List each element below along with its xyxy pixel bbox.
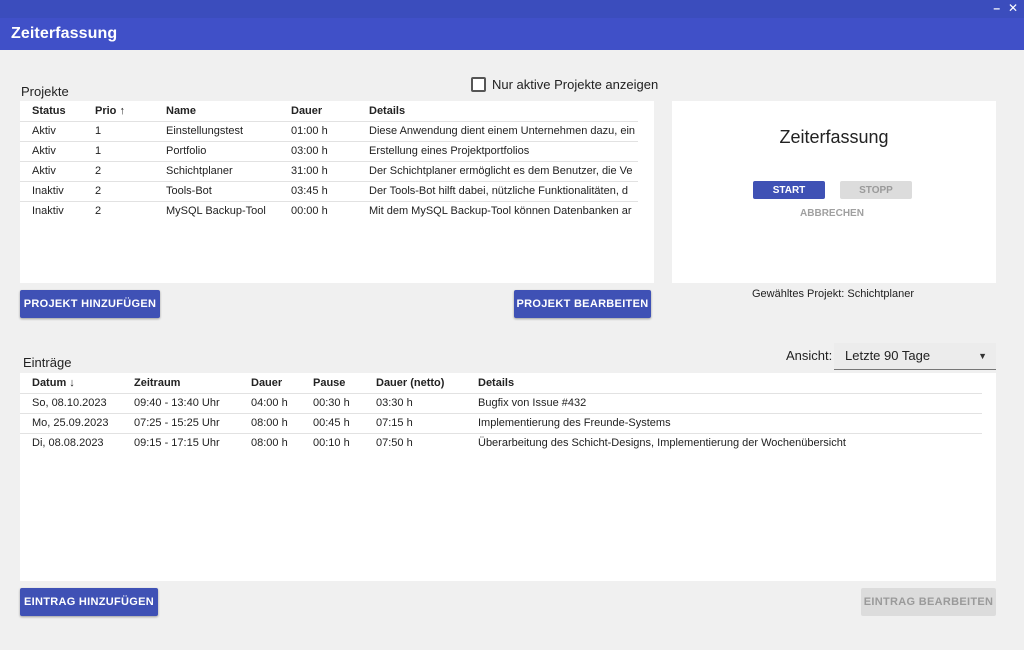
entry-netto: 07:15 h — [364, 412, 466, 433]
entry-zeitraum: 09:40 - 13:40 Uhr — [122, 392, 239, 413]
entries-table-header: Datum ↓ Zeitraum Dauer Pause Dauer (nett… — [20, 373, 982, 393]
entry-zeitraum: 09:15 - 17:15 Uhr — [122, 432, 239, 453]
app-bar: Zeiterfassung — [0, 18, 1024, 50]
entry-pause: 00:10 h — [301, 432, 364, 453]
project-dauer: 03:45 h — [279, 180, 357, 201]
project-status: Inaktiv — [20, 200, 83, 221]
active-projects-checkbox-label: Nur aktive Projekte anzeigen — [492, 77, 659, 92]
edit-entry-button: Eintrag bearbeiten — [861, 588, 996, 616]
projects-table: Status Prio ↑ Name Dauer Details Aktiv 1… — [20, 101, 638, 221]
project-row[interactable]: Aktiv 2 Schichtplaner 31:00 h Der Schich… — [20, 160, 638, 181]
column-header-datum[interactable]: Datum ↓ — [20, 373, 122, 393]
project-details: Mit dem MySQL Backup-Tool können Datenba… — [357, 200, 638, 221]
entry-datum: So, 08.10.2023 — [20, 392, 122, 413]
view-label: Ansicht: — [786, 348, 833, 363]
column-header-status[interactable]: Status — [20, 101, 83, 121]
project-row[interactable]: Inaktiv 2 Tools-Bot 03:45 h Der Tools-Bo… — [20, 180, 638, 201]
entry-dauer: 04:00 h — [239, 392, 301, 413]
project-prio: 1 — [83, 120, 154, 141]
column-header-pause[interactable]: Pause — [301, 373, 364, 393]
project-status: Inaktiv — [20, 180, 83, 201]
add-entry-button[interactable]: Eintrag hinzufügen — [20, 588, 158, 616]
cancel-button: ABBRECHEN — [782, 205, 882, 221]
project-status: Aktiv — [20, 120, 83, 141]
column-header-details[interactable]: Details — [466, 373, 982, 393]
project-dauer: 31:00 h — [279, 160, 357, 181]
entry-row[interactable]: Mo, 25.09.2023 07:25 - 15:25 Uhr 08:00 h… — [20, 412, 982, 433]
app-title: Zeiterfassung — [11, 25, 118, 42]
entry-pause: 00:30 h — [301, 392, 364, 413]
project-name: Schichtplaner — [154, 160, 279, 181]
project-prio: 2 — [83, 160, 154, 181]
column-header-dauer[interactable]: Dauer — [239, 373, 301, 393]
column-header-details[interactable]: Details — [357, 101, 638, 121]
project-prio: 2 — [83, 180, 154, 201]
column-header-zeitraum[interactable]: Zeitraum — [122, 373, 239, 393]
projects-table-panel: Status Prio ↑ Name Dauer Details Aktiv 1… — [20, 101, 654, 283]
project-prio: 1 — [83, 140, 154, 161]
entry-dauer: 08:00 h — [239, 432, 301, 453]
stop-button: STOPP — [840, 181, 912, 199]
selected-project-text: Gewähltes Projekt: Schichtplaner — [751, 288, 915, 300]
entry-pause: 00:45 h — [301, 412, 364, 433]
column-header-prio[interactable]: Prio ↑ — [83, 101, 154, 121]
column-header-name[interactable]: Name — [154, 101, 279, 121]
project-details: Erstellung eines Projektportfolios — [357, 140, 638, 161]
active-projects-checkbox[interactable] — [471, 77, 486, 92]
entry-dauer: 08:00 h — [239, 412, 301, 433]
project-status: Aktiv — [20, 140, 83, 161]
project-dauer: 00:00 h — [279, 200, 357, 221]
active-projects-filter[interactable]: Nur aktive Projekte anzeigen — [471, 77, 658, 92]
project-name: Einstellungstest — [154, 120, 279, 141]
entry-datum: Di, 08.08.2023 — [20, 432, 122, 453]
project-dauer: 03:00 h — [279, 140, 357, 161]
column-header-netto[interactable]: Dauer (netto) — [364, 373, 466, 393]
project-details: Der Tools-Bot hilft dabei, nützliche Fun… — [357, 180, 638, 201]
timer-title: Zeiterfassung — [779, 127, 889, 147]
projects-section-label: Projekte — [21, 84, 69, 99]
close-icon[interactable]: ✕ — [1008, 1, 1018, 15]
project-row[interactable]: Inaktiv 2 MySQL Backup-Tool 00:00 h Mit … — [20, 200, 638, 221]
minimize-icon[interactable]: – — [993, 1, 1000, 15]
entry-row[interactable]: So, 08.10.2023 09:40 - 13:40 Uhr 04:00 h… — [20, 392, 982, 413]
add-project-button[interactable]: Projekt hinzufügen — [20, 290, 160, 318]
project-status: Aktiv — [20, 160, 83, 181]
view-select-value: Letzte 90 Tage — [845, 348, 931, 363]
view-select[interactable]: Letzte 90 Tage ▼ — [834, 343, 996, 370]
project-prio: 2 — [83, 200, 154, 221]
entry-details: Bugfix von Issue #432 — [466, 392, 982, 413]
entry-netto: 03:30 h — [364, 392, 466, 413]
entry-datum: Mo, 25.09.2023 — [20, 412, 122, 433]
project-name: Tools-Bot — [154, 180, 279, 201]
project-details: Diese Anwendung dient einem Unternehmen … — [357, 120, 638, 141]
project-row[interactable]: Aktiv 1 Portfolio 03:00 h Erstellung ein… — [20, 140, 638, 161]
entry-details: Überarbeitung des Schicht-Designs, Imple… — [466, 432, 982, 453]
entries-table-panel: Datum ↓ Zeitraum Dauer Pause Dauer (nett… — [20, 373, 996, 581]
projects-table-header: Status Prio ↑ Name Dauer Details — [20, 101, 638, 121]
project-dauer: 01:00 h — [279, 120, 357, 141]
start-button[interactable]: START — [753, 181, 825, 199]
timer-panel: Zeiterfassung START STOPP ABBRECHEN — [672, 101, 996, 283]
entry-netto: 07:50 h — [364, 432, 466, 453]
column-header-dauer[interactable]: Dauer — [279, 101, 357, 121]
project-name: MySQL Backup-Tool — [154, 200, 279, 221]
window-titlebar: – ✕ — [0, 0, 1024, 18]
edit-project-button[interactable]: Projekt bearbeiten — [514, 290, 651, 318]
entries-table: Datum ↓ Zeitraum Dauer Pause Dauer (nett… — [20, 373, 982, 453]
dropdown-arrow-icon: ▼ — [978, 351, 987, 361]
entry-row[interactable]: Di, 08.08.2023 09:15 - 17:15 Uhr 08:00 h… — [20, 432, 982, 453]
entry-zeitraum: 07:25 - 15:25 Uhr — [122, 412, 239, 433]
project-details: Der Schichtplaner ermöglicht es dem Benu… — [357, 160, 638, 181]
project-name: Portfolio — [154, 140, 279, 161]
project-row[interactable]: Aktiv 1 Einstellungstest 01:00 h Diese A… — [20, 120, 638, 141]
entry-details: Implementierung des Freunde-Systems — [466, 412, 982, 433]
entries-section-label: Einträge — [23, 355, 72, 370]
